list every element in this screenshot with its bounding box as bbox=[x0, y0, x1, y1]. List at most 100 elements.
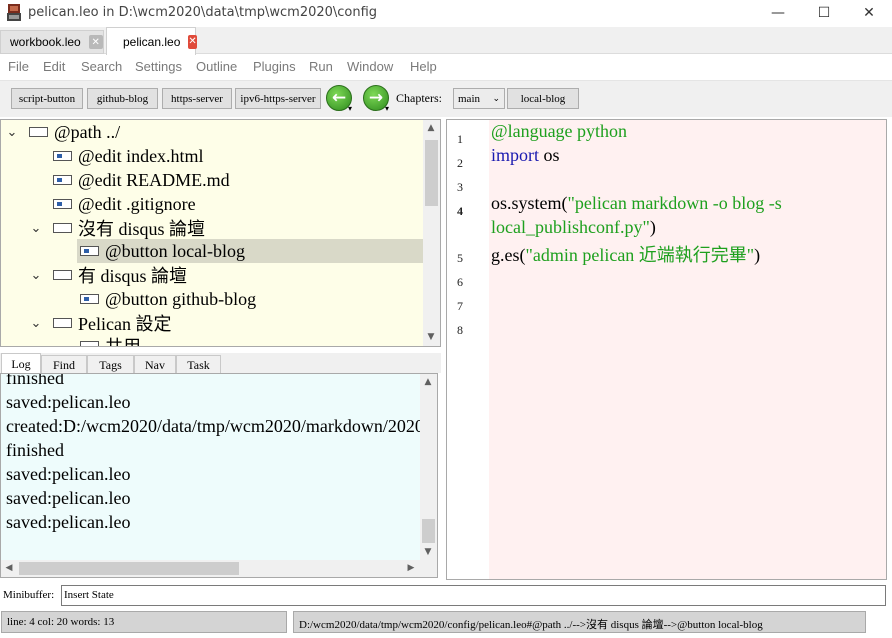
maximize-button[interactable]: ☐ bbox=[801, 0, 847, 26]
menu-plugins[interactable]: Plugins bbox=[253, 59, 296, 74]
code-directive: @language python bbox=[491, 121, 628, 141]
scroll-up-icon[interactable]: ▲ bbox=[420, 374, 436, 390]
outline-node[interactable]: ⌄ 沒有 disqus 論壇 bbox=[29, 216, 205, 240]
tab-task[interactable]: Task bbox=[176, 355, 221, 374]
scroll-up-icon[interactable]: ▲ bbox=[423, 120, 439, 136]
node-icon bbox=[80, 341, 99, 346]
scroll-right-icon[interactable]: ▶ bbox=[403, 560, 419, 576]
menu-settings[interactable]: Settings bbox=[135, 59, 182, 74]
collapse-chevron-icon[interactable]: ⌄ bbox=[5, 124, 19, 140]
outline-node[interactable]: ⌄ @path ../ bbox=[5, 120, 121, 144]
scrollbar-thumb[interactable] bbox=[425, 140, 438, 206]
log-line: saved:pelican.leo bbox=[6, 464, 131, 484]
tab-tags[interactable]: Tags bbox=[87, 355, 134, 374]
code-text: os.system( bbox=[491, 193, 568, 213]
scroll-down-icon[interactable]: ▼ bbox=[423, 329, 439, 345]
outline-node[interactable]: @edit README.md bbox=[53, 168, 230, 192]
code-text: ) bbox=[649, 217, 656, 237]
github-blog-button[interactable]: github-blog bbox=[87, 88, 158, 109]
node-body-icon bbox=[53, 175, 72, 185]
close-tab-icon[interactable]: ✕ bbox=[88, 35, 103, 49]
collapse-chevron-icon[interactable]: ⌄ bbox=[29, 315, 43, 331]
outline-node[interactable]: ⌄ 有 disqus 論壇 bbox=[29, 263, 187, 287]
log-line: finished bbox=[6, 440, 64, 460]
log-pane[interactable]: finished saved:pelican.leo created:D:/wc… bbox=[0, 373, 438, 578]
menu-bar: File Edit Search Settings Outline Plugin… bbox=[0, 55, 892, 79]
menu-help[interactable]: Help bbox=[410, 59, 437, 74]
code-text: os bbox=[539, 145, 560, 165]
chapter-select-value: main bbox=[458, 92, 480, 105]
code-line: g.es("admin pelican 近端執行完畢") bbox=[491, 241, 760, 267]
file-tab-bar: workbook.leo ✕ pelican.leo ✕ bbox=[0, 27, 892, 55]
scrollbar-corner bbox=[420, 560, 437, 577]
menu-window[interactable]: Window bbox=[347, 59, 393, 74]
menu-run[interactable]: Run bbox=[309, 59, 333, 74]
node-icon bbox=[53, 318, 72, 328]
node-headline: @edit .gitignore bbox=[78, 193, 196, 214]
script-button[interactable]: script-button bbox=[11, 88, 83, 109]
node-headline: @path ../ bbox=[54, 121, 121, 142]
menu-edit[interactable]: Edit bbox=[43, 59, 65, 74]
body-editor-pane[interactable]: 1 2 3 4 5 6 7 8 @language python import … bbox=[446, 119, 887, 580]
node-body-icon bbox=[80, 294, 99, 304]
node-icon bbox=[29, 127, 48, 137]
collapse-chevron-icon[interactable]: ⌄ bbox=[29, 267, 43, 283]
node-icon bbox=[53, 223, 72, 233]
menu-outline[interactable]: Outline bbox=[196, 59, 237, 74]
line-number: 1 bbox=[457, 132, 463, 146]
tab-log[interactable]: Log bbox=[1, 353, 41, 374]
file-tab-workbook[interactable]: workbook.leo ✕ bbox=[0, 30, 104, 54]
menu-file[interactable]: File bbox=[8, 59, 29, 74]
menu-search[interactable]: Search bbox=[81, 59, 122, 74]
log-vertical-scrollbar[interactable]: ▲ ▼ bbox=[420, 374, 437, 560]
code-text-area[interactable]: @language python import os os.system("pe… bbox=[489, 120, 886, 579]
collapse-chevron-icon[interactable]: ⌄ bbox=[29, 220, 43, 236]
outline-node[interactable]: ⌄ Pelican 設定 bbox=[29, 311, 172, 335]
outline-pane[interactable]: ⌄ @path ../ @edit index.html @edit READM… bbox=[0, 119, 441, 347]
node-headline: 有 disqus 論壇 bbox=[78, 266, 188, 286]
log-line: saved:pelican.leo bbox=[6, 392, 131, 412]
line-number-gutter: 1 2 3 4 5 6 7 8 bbox=[447, 120, 489, 579]
scrollbar-thumb[interactable] bbox=[19, 562, 239, 575]
close-tab-icon[interactable]: ✕ bbox=[188, 34, 197, 49]
tab-nav[interactable]: Nav bbox=[134, 355, 176, 374]
line-number: 3 bbox=[457, 180, 463, 194]
chapter-select[interactable]: main ⌄ bbox=[453, 88, 505, 109]
forward-dropdown-caret-icon[interactable]: ▾ bbox=[385, 104, 389, 113]
log-line: saved:pelican.leo bbox=[6, 512, 131, 532]
outline-node-selected[interactable]: @button local-blog bbox=[77, 239, 423, 263]
close-window-button[interactable]: ✕ bbox=[846, 0, 892, 26]
scroll-left-icon[interactable]: ◀ bbox=[1, 560, 17, 576]
outline-node[interactable]: @edit .gitignore bbox=[53, 192, 196, 216]
file-tab-pelican[interactable]: pelican.leo ✕ bbox=[106, 27, 197, 55]
scrollbar-thumb[interactable] bbox=[422, 519, 435, 543]
outline-scrollbar[interactable]: ▲ ▼ bbox=[423, 120, 440, 346]
node-headline: @edit README.md bbox=[78, 169, 230, 190]
window-title: pelican.leo in D:\wcm2020\data\tmp\wcm20… bbox=[28, 5, 378, 20]
node-headline: @button local-blog bbox=[105, 240, 246, 261]
https-server-button[interactable]: https-server bbox=[162, 88, 232, 109]
local-blog-chapter-button[interactable]: local-blog bbox=[507, 88, 579, 109]
outline-node[interactable]: @edit index.html bbox=[53, 144, 204, 168]
minibuffer-input[interactable]: Insert State bbox=[61, 585, 886, 606]
node-headline: @button github-blog bbox=[105, 288, 257, 309]
line-number-current: 4 bbox=[457, 204, 463, 218]
line-number: 2 bbox=[457, 156, 463, 170]
code-string: "admin pelican 近端執行完畢" bbox=[525, 245, 755, 265]
status-node-path: D:/wcm2020/data/tmp/wcm2020/config/pelic… bbox=[293, 611, 866, 633]
outline-node[interactable]: 共用 bbox=[80, 334, 141, 346]
chevron-down-icon: ⌄ bbox=[492, 93, 500, 103]
tab-find[interactable]: Find bbox=[41, 355, 87, 374]
outline-node[interactable]: @button github-blog bbox=[80, 287, 256, 311]
scroll-down-icon[interactable]: ▼ bbox=[420, 544, 436, 560]
log-horizontal-scrollbar[interactable]: ◀ ▶ bbox=[1, 560, 420, 577]
back-dropdown-caret-icon[interactable]: ▾ bbox=[348, 104, 352, 113]
node-icon bbox=[53, 270, 72, 280]
chapters-label: Chapters: bbox=[396, 91, 442, 105]
code-line-wrapped: local_publishconf.py") bbox=[491, 217, 656, 238]
code-line: import os bbox=[491, 145, 560, 166]
minimize-button[interactable]: — bbox=[755, 0, 801, 26]
code-line: os.system("pelican markdown -o blog -s bbox=[491, 193, 782, 214]
ipv6-https-server-button[interactable]: ipv6-https-server bbox=[235, 88, 321, 109]
file-tab-label: pelican.leo bbox=[123, 34, 181, 49]
